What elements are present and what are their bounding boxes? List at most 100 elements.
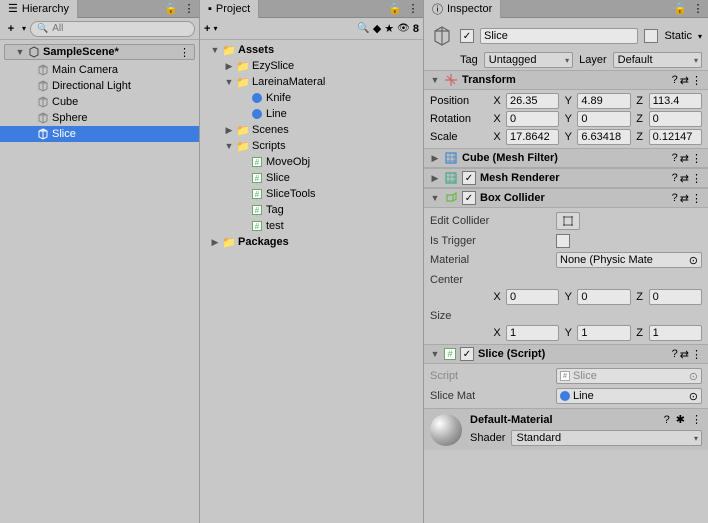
size-y-field[interactable]: 1	[577, 325, 630, 341]
hierarchy-search[interactable]: 🔍	[30, 21, 195, 37]
expand-icon[interactable]: ▶	[224, 61, 234, 72]
script-row[interactable]: #MoveObj	[200, 154, 423, 170]
menu-icon[interactable]: ⋮	[691, 192, 702, 205]
expand-icon[interactable]: ▼	[224, 77, 234, 87]
expand-icon[interactable]: ▶	[210, 237, 220, 248]
folder-row[interactable]: ▶📁Scenes	[200, 122, 423, 138]
size-z-field[interactable]: 1	[649, 325, 702, 341]
enabled-checkbox[interactable]	[462, 171, 476, 185]
scene-menu-icon[interactable]: ⋮	[179, 46, 190, 59]
expand-icon[interactable]: ▼	[430, 193, 440, 203]
lock-icon[interactable]: 🔒	[387, 1, 403, 17]
script-row[interactable]: #Tag	[200, 202, 423, 218]
enabled-checkbox[interactable]	[462, 191, 476, 205]
expand-icon[interactable]: ▶	[430, 173, 440, 184]
dropdown-icon[interactable]: ▾	[22, 24, 26, 33]
center-y-field[interactable]: 0	[577, 289, 630, 305]
static-checkbox[interactable]	[644, 29, 658, 43]
tree-item[interactable]: Cube	[0, 94, 199, 110]
boxcollider-header[interactable]: ▼ Box Collider ?⇄⋮	[424, 188, 708, 208]
search-icon[interactable]: 🔍	[357, 23, 369, 34]
expand-icon[interactable]: ▼	[224, 141, 234, 151]
physic-material-field[interactable]: None (Physic Mate⊙	[556, 252, 702, 268]
rot-x-field[interactable]: 0	[506, 111, 559, 127]
tree-item[interactable]: Main Camera	[0, 62, 199, 78]
script-row[interactable]: #Slice	[200, 170, 423, 186]
scale-x-field[interactable]: 17.8642	[506, 129, 559, 145]
help-icon[interactable]: ?	[672, 172, 678, 185]
inspector-tab[interactable]: ⓘ Inspector	[424, 0, 501, 18]
scale-y-field[interactable]: 6.63418	[577, 129, 630, 145]
active-checkbox[interactable]	[460, 29, 474, 43]
menu-icon[interactable]: ⋮	[181, 1, 197, 17]
pos-z-field[interactable]: 113.4	[649, 93, 702, 109]
rot-y-field[interactable]: 0	[577, 111, 630, 127]
project-tab[interactable]: ▪ Project	[200, 0, 259, 18]
layer-dropdown[interactable]: Default	[613, 52, 702, 68]
menu-icon[interactable]: ⋮	[691, 74, 702, 87]
center-z-field[interactable]: 0	[649, 289, 702, 305]
expand-icon[interactable]: ▼	[430, 75, 440, 85]
favorite-icon[interactable]: ★	[384, 22, 394, 35]
preset-icon[interactable]: ⇄	[680, 74, 689, 87]
lock-icon[interactable]: 🔒	[672, 1, 688, 17]
preset-icon[interactable]: ⇄	[680, 152, 689, 165]
material-header[interactable]: Default-Material ? ✱ ⋮ Shader Standard	[424, 408, 708, 450]
asset-row[interactable]: Line	[200, 106, 423, 122]
search-input[interactable]	[52, 23, 188, 34]
menu-icon[interactable]: ⋮	[691, 413, 702, 426]
enabled-checkbox[interactable]	[460, 347, 474, 361]
menu-icon[interactable]: ⋮	[690, 1, 706, 17]
meshrenderer-header[interactable]: ▶ Mesh Renderer ?⇄⋮	[424, 168, 708, 188]
folder-row[interactable]: ▼📁LareinaMateral	[200, 74, 423, 90]
menu-icon[interactable]: ⋮	[691, 348, 702, 361]
transform-header[interactable]: ▼ Transform ?⇄⋮	[424, 70, 708, 90]
expand-icon[interactable]: ▶	[430, 153, 440, 164]
preset-icon[interactable]: ⇄	[680, 192, 689, 205]
pos-y-field[interactable]: 4.89	[577, 93, 630, 109]
istrigger-checkbox[interactable]	[556, 234, 570, 248]
filter-icon[interactable]: ◆	[373, 22, 381, 35]
slicemat-field[interactable]: Line⊙	[556, 388, 702, 404]
expand-icon[interactable]: ▼	[210, 45, 220, 55]
create-button[interactable]: +	[4, 23, 18, 35]
help-icon[interactable]: ?	[672, 348, 678, 361]
expand-icon[interactable]: ▼	[15, 47, 25, 57]
dropdown-icon[interactable]: ▾	[213, 24, 217, 33]
menu-icon[interactable]: ⋮	[691, 172, 702, 185]
center-x-field[interactable]: 0	[506, 289, 559, 305]
asset-row[interactable]: Knife	[200, 90, 423, 106]
script-row[interactable]: #test	[200, 218, 423, 234]
help-icon[interactable]: ?	[672, 152, 678, 165]
scale-z-field[interactable]: 0.12147	[649, 129, 702, 145]
size-x-field[interactable]: 1	[506, 325, 559, 341]
expand-icon[interactable]: ▼	[430, 349, 440, 359]
settings-icon[interactable]: ✱	[676, 413, 685, 426]
preset-icon[interactable]: ⇄	[680, 348, 689, 361]
tree-item-selected[interactable]: Slice	[0, 126, 199, 142]
static-dropdown-icon[interactable]: ▾	[698, 32, 702, 41]
expand-icon[interactable]: ▶	[224, 125, 234, 136]
tree-item[interactable]: Sphere	[0, 110, 199, 126]
pos-x-field[interactable]: 26.35	[506, 93, 559, 109]
help-icon[interactable]: ?	[664, 414, 670, 426]
hidden-icon[interactable]: 👁	[397, 23, 410, 34]
tree-item[interactable]: Directional Light	[0, 78, 199, 94]
object-picker-icon[interactable]: ⊙	[689, 390, 698, 403]
hierarchy-tab[interactable]: ☰ Hierarchy	[0, 0, 78, 18]
object-picker-icon[interactable]: ⊙	[689, 254, 698, 267]
packages-row[interactable]: ▶📁Packages	[200, 234, 423, 250]
script-header[interactable]: ▼ # Slice (Script) ?⇄⋮	[424, 344, 708, 364]
editcollider-button[interactable]	[556, 212, 580, 230]
script-row[interactable]: #SliceTools	[200, 186, 423, 202]
meshfilter-header[interactable]: ▶ Cube (Mesh Filter) ?⇄⋮	[424, 148, 708, 168]
menu-icon[interactable]: ⋮	[405, 1, 421, 17]
name-field[interactable]: Slice	[480, 28, 638, 44]
object-picker-icon[interactable]: ⊙	[689, 370, 698, 383]
folder-row[interactable]: ▶📁EzySlice	[200, 58, 423, 74]
tag-dropdown[interactable]: Untagged	[484, 52, 573, 68]
folder-row[interactable]: ▼📁Scripts	[200, 138, 423, 154]
menu-icon[interactable]: ⋮	[691, 152, 702, 165]
script-field[interactable]: #Slice⊙	[556, 368, 702, 384]
scene-row[interactable]: ▼ SampleScene* ⋮	[4, 44, 195, 60]
